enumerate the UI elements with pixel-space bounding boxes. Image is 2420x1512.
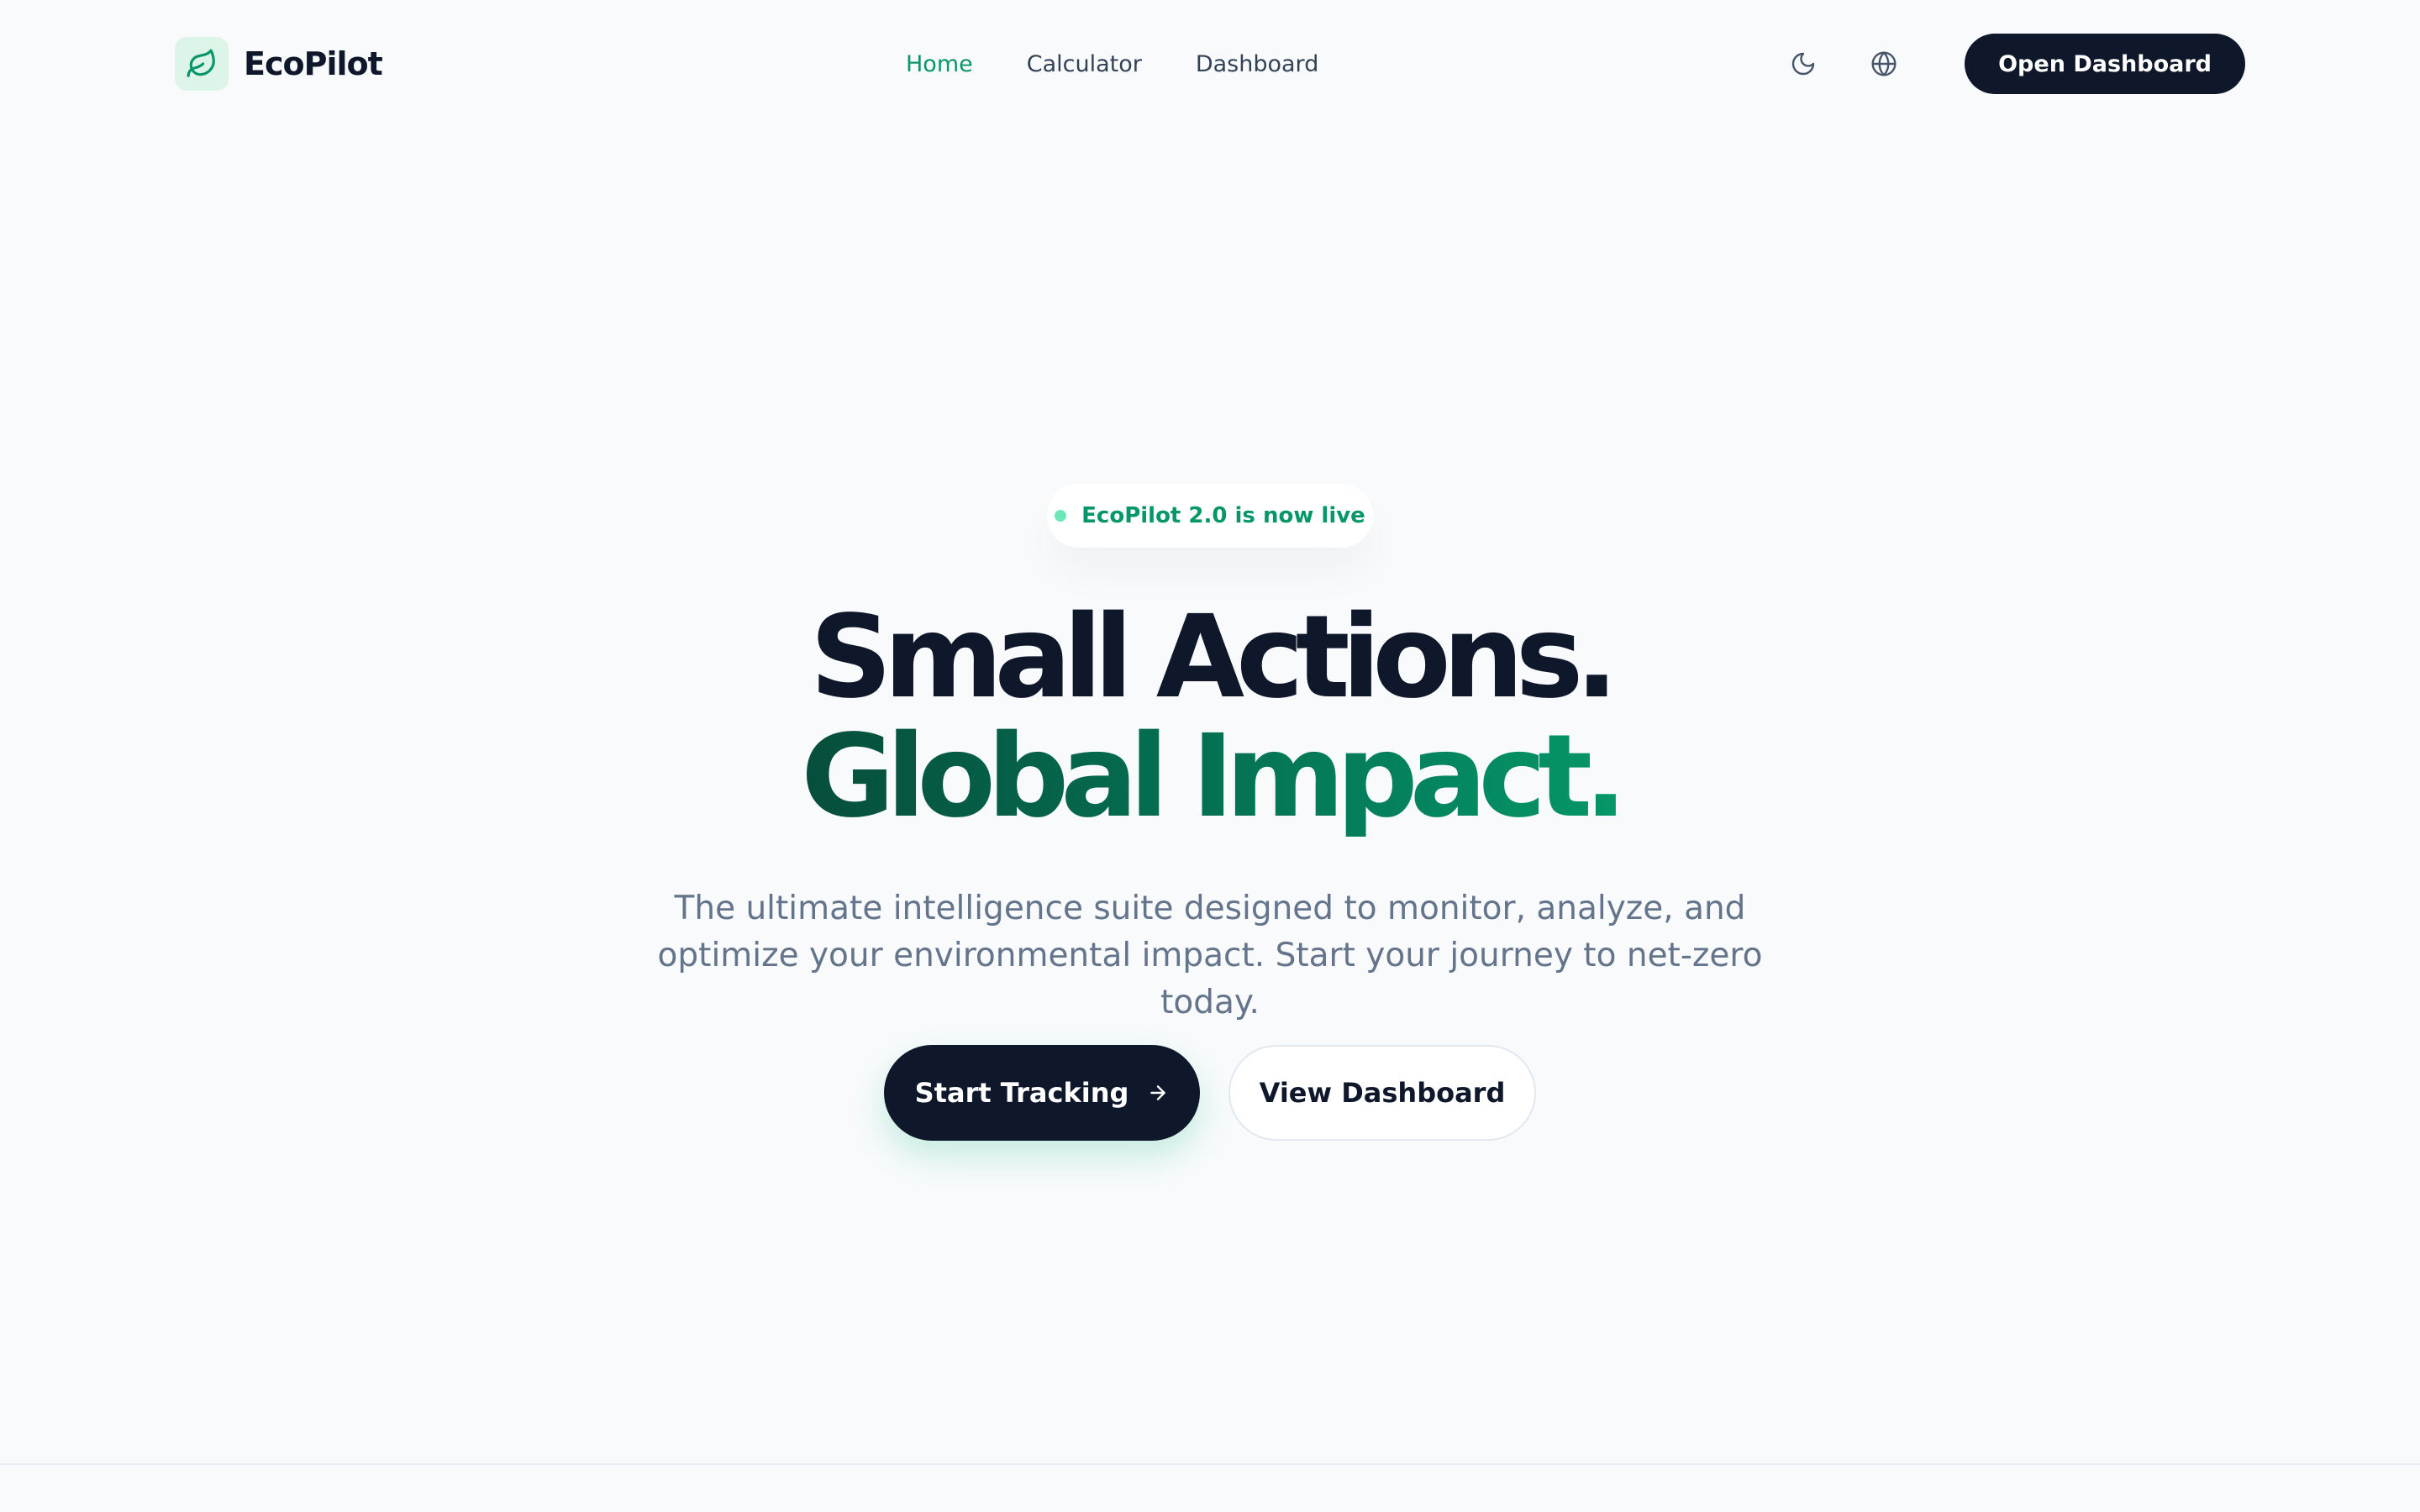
- hero-section: EcoPilot 2.0 is now live Small Actions. …: [0, 0, 2420, 1462]
- hero-subtitle: The ultimate intelligence suite designed…: [657, 890, 1763, 1021]
- hero-cta-group: Start Tracking View Dashboard: [0, 1045, 2420, 1141]
- headline-line-1: Small Actions.: [809, 591, 1618, 724]
- release-badge-text: EcoPilot 2.0 is now live: [1081, 503, 1365, 528]
- release-badge: EcoPilot 2.0 is now live: [1047, 484, 1373, 548]
- section-divider: [0, 1463, 2420, 1465]
- view-dashboard-button[interactable]: View Dashboard: [1228, 1045, 1536, 1141]
- live-status-dot-icon: [1055, 510, 1067, 522]
- arrow-right-icon: [1147, 1082, 1169, 1104]
- hero-headline: Small Actions. Global Impact.: [0, 598, 2420, 866]
- headline-line-2: Global Impact.: [801, 711, 1627, 843]
- page: EcoPilot Home Calculator Dashboard Open …: [0, 0, 2420, 1512]
- start-tracking-button[interactable]: Start Tracking: [884, 1045, 1200, 1141]
- start-tracking-label: Start Tracking: [914, 1077, 1129, 1109]
